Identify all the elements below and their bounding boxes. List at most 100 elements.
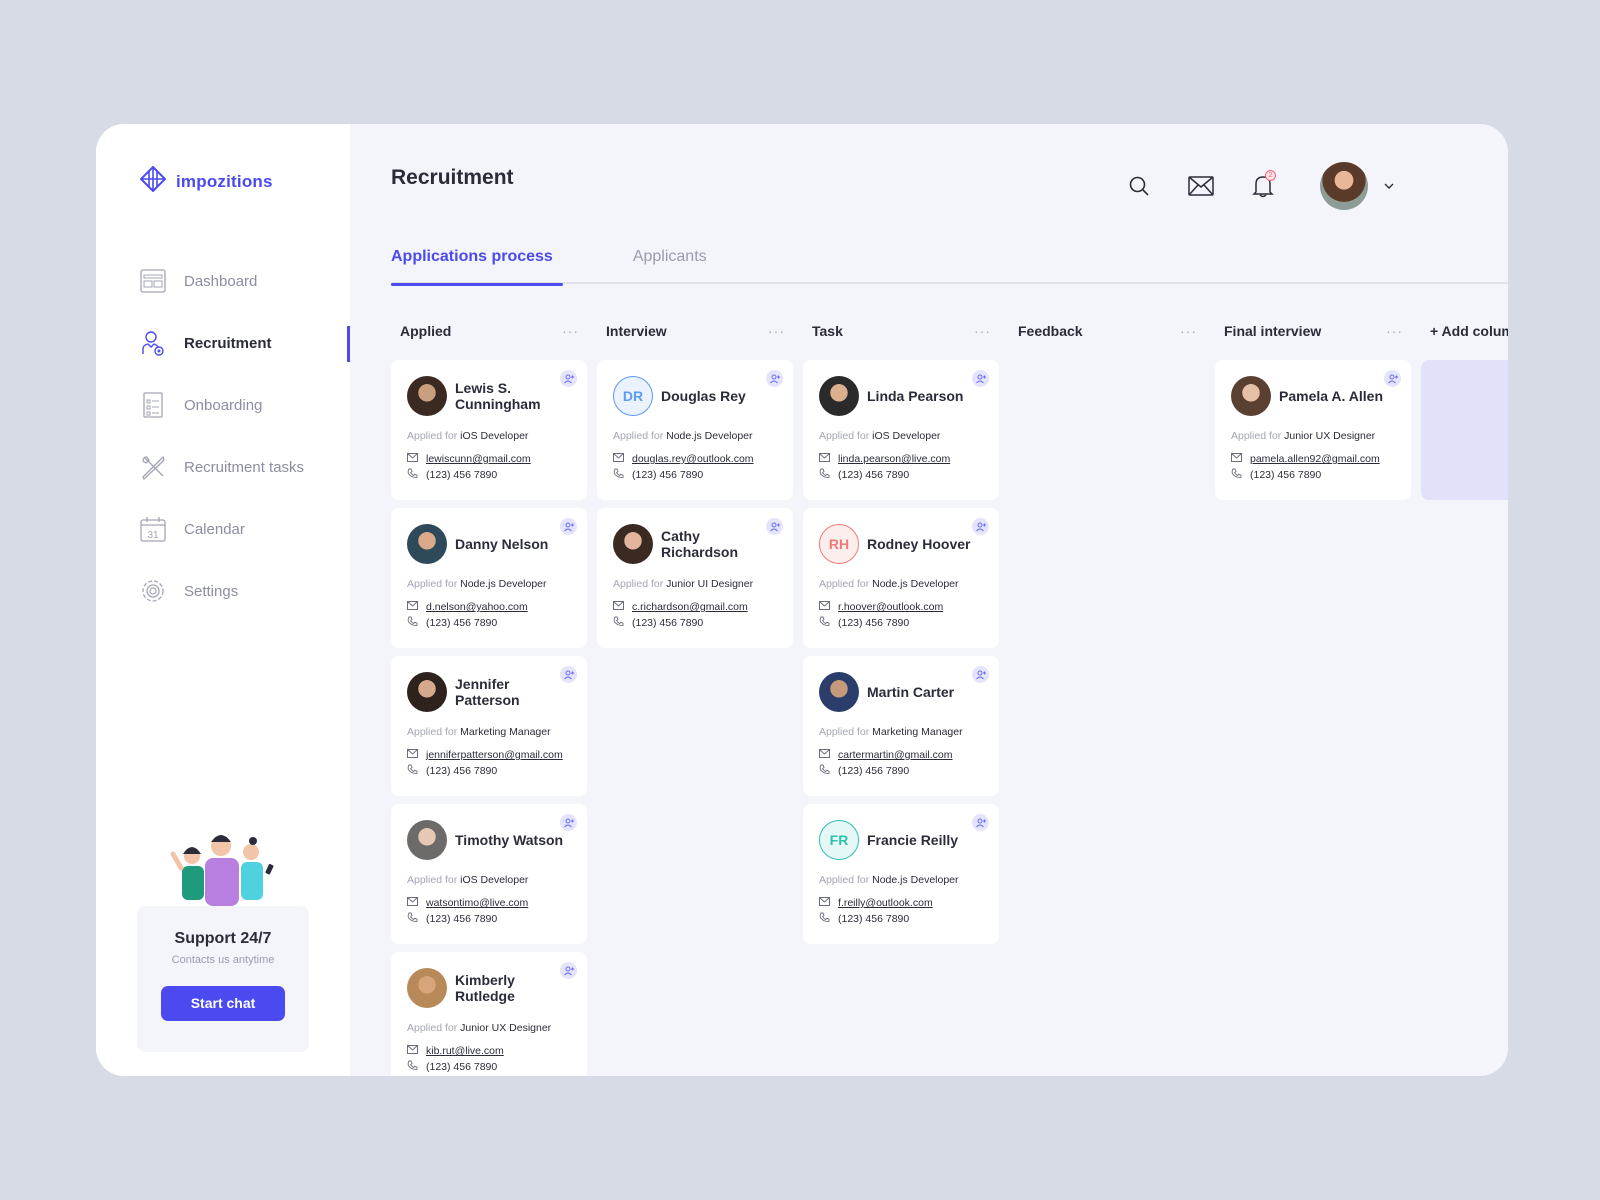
candidate-card[interactable]: Linda Pearson Applied for iOS Developer li… [803, 360, 999, 500]
add-column-button[interactable]: + Add column [1430, 323, 1508, 339]
phone-row: (123) 456 7890 [1231, 467, 1395, 483]
email-row: douglas.rey@outlook.com [613, 451, 777, 467]
mail-icon [407, 1045, 418, 1057]
sidebar-item-onboarding[interactable]: Onboarding [140, 374, 350, 436]
candidate-name: Danny Nelson [455, 536, 549, 552]
sidebar-item-settings[interactable]: Settings [140, 560, 350, 622]
email-link[interactable]: d.nelson@yahoo.com [426, 601, 528, 613]
applied-prefix: Applied for [407, 430, 458, 442]
board-column: Interview ··· DR Douglas Rey Applied for Nod… [597, 316, 793, 1076]
mail-icon[interactable] [1188, 173, 1214, 199]
email-link[interactable]: watsontimo@live.com [426, 897, 528, 909]
support-illustration [137, 824, 309, 906]
candidate-avatar [407, 672, 447, 712]
assign-user-icon[interactable] [766, 370, 783, 387]
contact-info: kib.rut@live.com (123) 456 7890 [407, 1043, 571, 1075]
candidate-card[interactable]: Cathy Richardson Applied for Junior UI De… [597, 508, 793, 648]
candidate-card[interactable]: Danny Nelson Applied for Node.js Develope… [391, 508, 587, 648]
email-row: kib.rut@live.com [407, 1043, 571, 1059]
logo-icon [139, 165, 167, 197]
phone-row: (123) 456 7890 [819, 615, 983, 631]
email-link[interactable]: linda.pearson@live.com [838, 453, 950, 465]
email-link[interactable]: jenniferpatterson@gmail.com [426, 749, 563, 761]
phone-row: (123) 456 7890 [819, 763, 983, 779]
candidate-avatar [819, 672, 859, 712]
email-link[interactable]: c.richardson@gmail.com [632, 601, 748, 613]
sidebar-item-recruitment-tasks[interactable]: Recruitment tasks [140, 436, 350, 498]
search-icon[interactable] [1126, 173, 1152, 199]
email-link[interactable]: f.reilly@outlook.com [838, 897, 933, 909]
phone-icon [613, 468, 624, 482]
card-header: RH Rodney Hoover [819, 524, 983, 564]
assign-user-icon[interactable] [560, 814, 577, 831]
card-header: Timothy Watson [407, 820, 571, 860]
assign-user-icon[interactable] [972, 666, 989, 683]
sidebar-item-calendar[interactable]: 31 Calendar [140, 498, 350, 560]
phone-number: (123) 456 7890 [632, 469, 704, 481]
applied-prefix: Applied for [1231, 430, 1282, 442]
candidate-name: Cathy Richardson [661, 528, 739, 560]
tabs: Applications process Applicants [391, 248, 1508, 286]
candidate-name: Francie Reilly [867, 832, 959, 848]
candidate-card[interactable]: DR Douglas Rey Applied for Node.js Develop… [597, 360, 793, 500]
tools-icon [140, 454, 166, 480]
email-link[interactable]: r.hoover@outlook.com [838, 601, 943, 613]
assign-user-icon[interactable] [972, 814, 989, 831]
add-column: + Add column + [1421, 316, 1508, 1076]
more-options-icon[interactable]: ··· [768, 323, 785, 339]
candidate-card[interactable]: Lewis S. Cunningham Applied for iOS Devel… [391, 360, 587, 500]
applied-role: Junior UI Designer [666, 578, 754, 590]
candidate-card[interactable]: Kimberly Rutledge Applied for Junior UX D… [391, 952, 587, 1076]
applied-role: iOS Developer [460, 874, 529, 886]
email-link[interactable]: cartermartin@gmail.com [838, 749, 953, 761]
candidate-card[interactable]: Martin Carter Applied for Marketing Manag… [803, 656, 999, 796]
phone-row: (123) 456 7890 [407, 1059, 571, 1075]
assign-user-icon[interactable] [972, 518, 989, 535]
sidebar-item-recruitment[interactable]: Recruitment [140, 312, 350, 374]
candidate-card[interactable]: FR Francie Reilly Applied for Node.js Deve… [803, 804, 999, 944]
user-avatar[interactable] [1320, 162, 1368, 210]
email-link[interactable]: pamela.allen92@gmail.com [1250, 453, 1380, 465]
applied-prefix: Applied for [407, 578, 458, 590]
start-chat-button[interactable]: Start chat [161, 986, 285, 1021]
logo[interactable]: impozitions [139, 165, 273, 197]
email-link[interactable]: lewiscunn@gmail.com [426, 453, 531, 465]
applied-for: Applied for Junior UX Designer [1231, 430, 1395, 442]
add-column-dropzone[interactable]: + [1421, 360, 1508, 500]
candidate-card[interactable]: Jennifer Patterson Applied for Marketing … [391, 656, 587, 796]
card-header: DR Douglas Rey [613, 376, 777, 416]
contact-info: watsontimo@live.com (123) 456 7890 [407, 895, 571, 927]
notifications-bell-icon[interactable]: 2 [1250, 170, 1276, 199]
candidate-card[interactable]: Timothy Watson Applied for iOS Developer w… [391, 804, 587, 944]
assign-user-icon[interactable] [972, 370, 989, 387]
notification-badge: 2 [1265, 170, 1276, 181]
candidate-name: Lewis S. Cunningham [455, 380, 541, 412]
email-link[interactable]: douglas.rey@outlook.com [632, 453, 754, 465]
candidate-card[interactable]: RH Rodney Hoover Applied for Node.js Devel… [803, 508, 999, 648]
more-options-icon[interactable]: ··· [974, 323, 991, 339]
applied-role: Marketing Manager [460, 726, 551, 738]
assign-user-icon[interactable] [560, 370, 577, 387]
card-header: Kimberly Rutledge [407, 968, 571, 1008]
sidebar-item-label: Settings [184, 582, 239, 600]
assign-user-icon[interactable] [1384, 370, 1401, 387]
more-options-icon[interactable]: ··· [1180, 323, 1197, 339]
chevron-down-icon[interactable] [1376, 173, 1402, 199]
assign-user-icon[interactable] [560, 518, 577, 535]
mail-icon [407, 897, 418, 909]
more-options-icon[interactable]: ··· [562, 323, 579, 339]
more-options-icon[interactable]: ··· [1386, 323, 1403, 339]
email-link[interactable]: kib.rut@live.com [426, 1045, 504, 1057]
candidate-card[interactable]: Pamela A. Allen Applied for Junior UX Des… [1215, 360, 1411, 500]
sidebar-item-label: Recruitment tasks [184, 458, 305, 476]
phone-number: (123) 456 7890 [632, 617, 704, 629]
assign-user-icon[interactable] [766, 518, 783, 535]
sidebar-item-dashboard[interactable]: Dashboard [140, 250, 350, 312]
tab-applications-process[interactable]: Applications process [391, 248, 563, 286]
phone-icon [407, 1060, 418, 1074]
applied-prefix: Applied for [819, 578, 870, 590]
recruiter-icon [140, 330, 166, 356]
assign-user-icon[interactable] [560, 666, 577, 683]
assign-user-icon[interactable] [560, 962, 577, 979]
tab-applicants[interactable]: Applicants [633, 248, 717, 284]
